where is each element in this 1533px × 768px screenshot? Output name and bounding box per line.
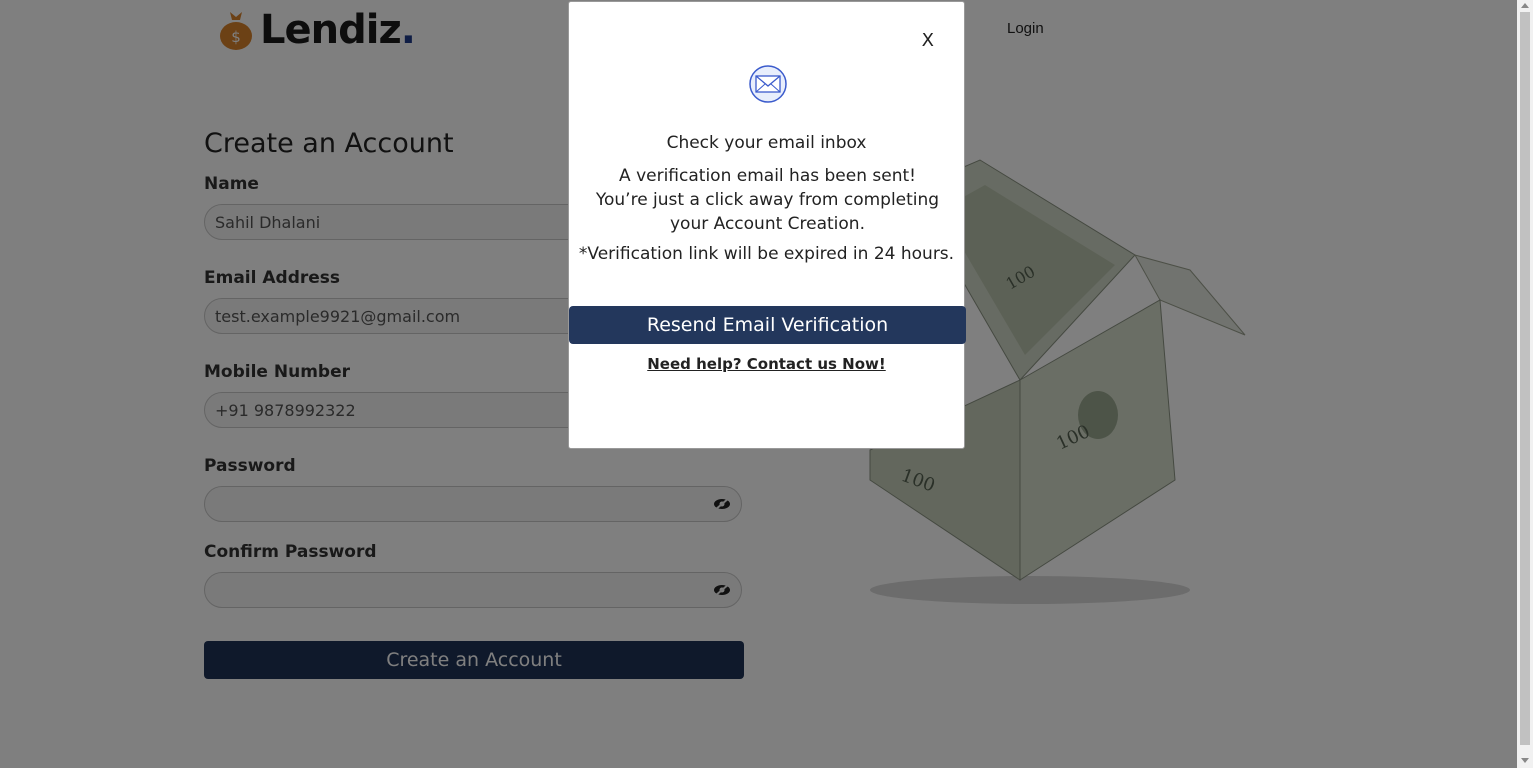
modal-message: A verification email has been sent! You’… bbox=[579, 164, 956, 236]
page-scrollbar[interactable] bbox=[1517, 0, 1533, 768]
email-envelope-icon bbox=[749, 65, 787, 103]
scroll-down-arrow-icon[interactable] bbox=[1521, 758, 1529, 763]
scroll-up-arrow-icon[interactable] bbox=[1521, 3, 1529, 8]
modal-expiry-note: *Verification link will be expired in 24… bbox=[578, 244, 955, 264]
modal-close-button[interactable]: X bbox=[922, 30, 934, 51]
modal-heading: Check your email inbox bbox=[666, 133, 867, 153]
modal-message-line1: A verification email has been sent! bbox=[619, 166, 916, 186]
scrollbar-thumb[interactable] bbox=[1520, 12, 1530, 745]
email-verification-modal: X Check your email inbox A verification … bbox=[568, 1, 966, 449]
signup-page: $ Lendiz. s Login Create an Account Name… bbox=[0, 0, 1517, 768]
resend-verification-button[interactable]: Resend Email Verification bbox=[569, 306, 966, 344]
contact-help-link[interactable]: Need help? Contact us Now! bbox=[569, 355, 964, 373]
modal-message-line2: You’re just a click away from completing… bbox=[595, 190, 940, 234]
